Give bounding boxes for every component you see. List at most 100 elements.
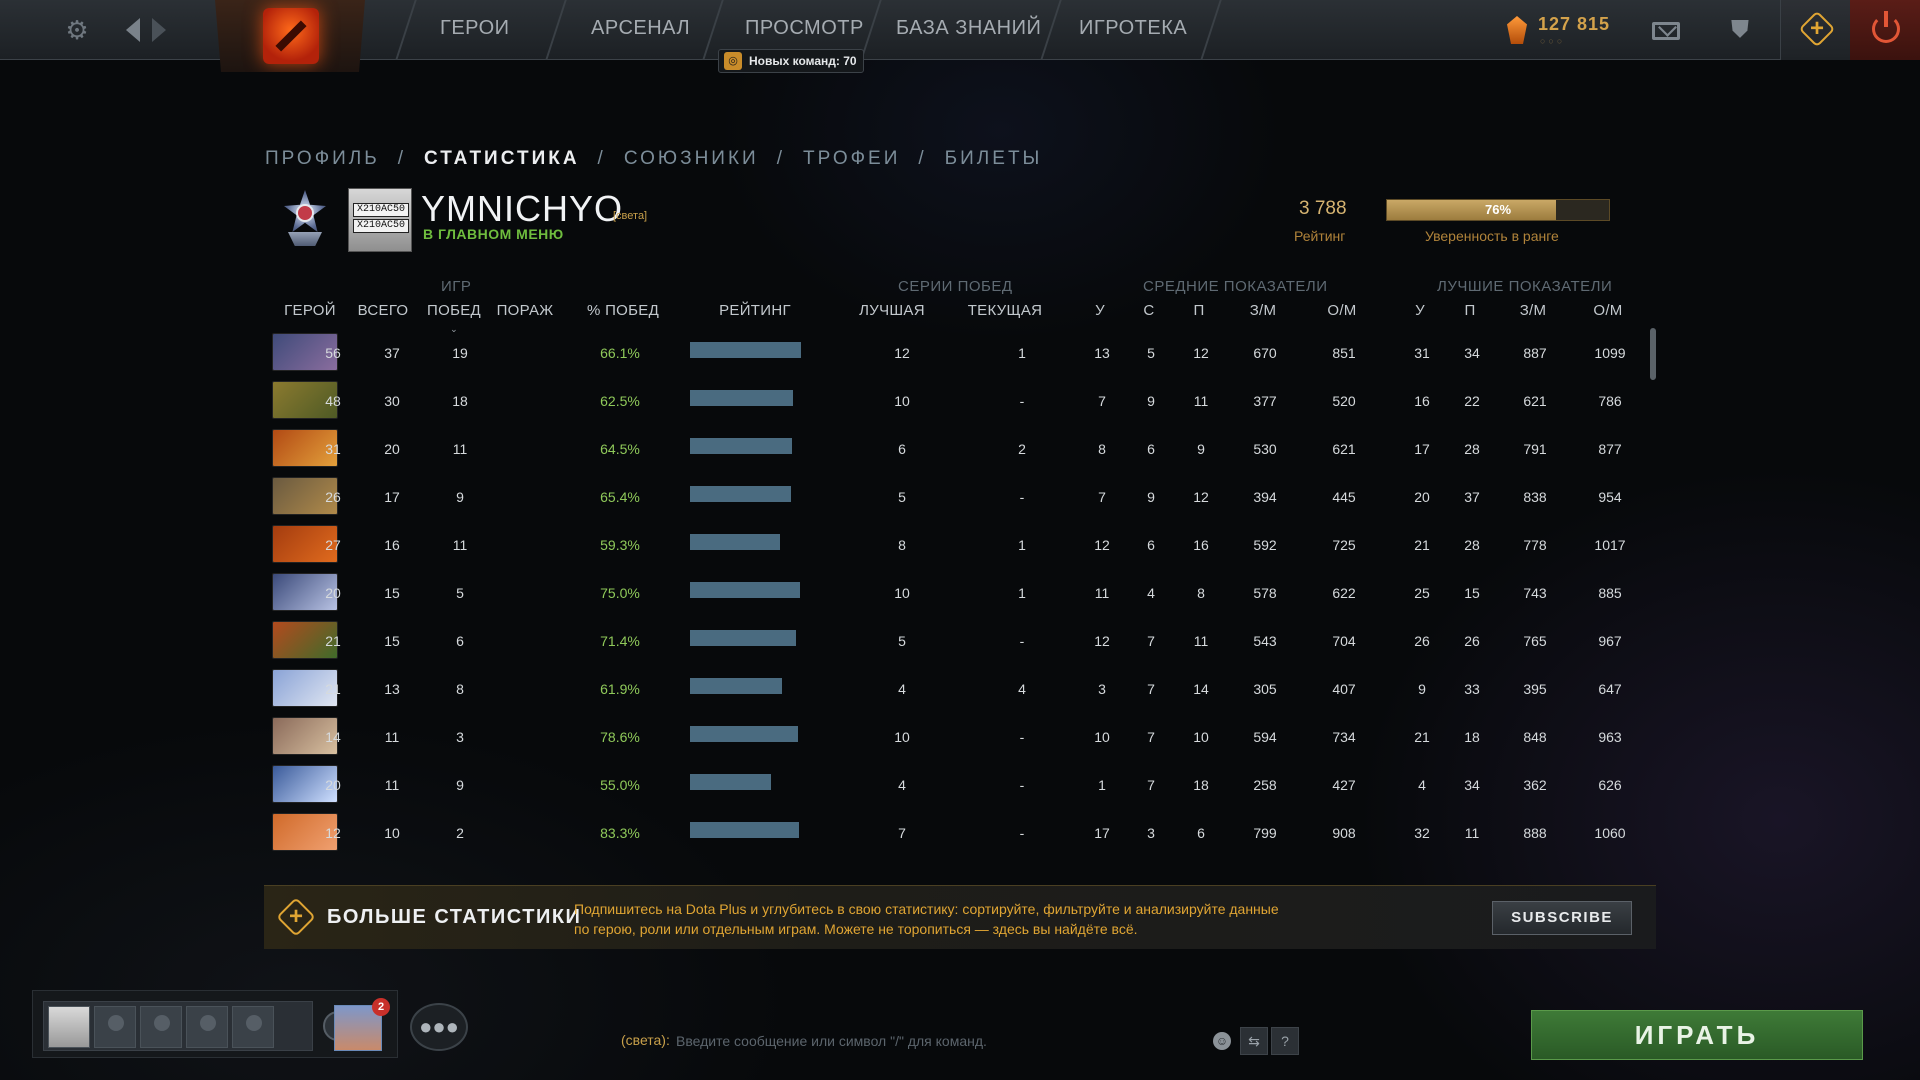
cell-wins: 17 [384,489,400,505]
table-row[interactable]: 12 10 2 83.3% 7 - 17 3 6 799 908 32 11 888 1060 [265,810,1645,858]
exit-button[interactable] [1850,0,1920,60]
table-row[interactable]: 14 11 3 78.6% 10 - 10 7 10 594 734 21 18 848 963 [265,714,1645,762]
cell-ba: 11 [1464,825,1480,841]
cell-d: 3 [1147,825,1155,841]
tab-separator: / [597,148,606,169]
cell-losses: 9 [456,777,464,793]
header-best-streak[interactable]: ЛУЧШАЯ [852,302,932,319]
nav-watch[interactable]: ПРОСМОТР [745,17,864,43]
emoji-icon[interactable]: ☺ [1213,1032,1231,1050]
cell-xpm: 908 [1332,825,1356,841]
new-commands-notification[interactable]: ◎ Новых команд: 70 [718,49,864,73]
header-hero[interactable]: ГЕРОЙ [280,302,340,319]
cell-xpm: 621 [1332,441,1356,457]
nav-arcade[interactable]: ИГРОТЕКА [1079,17,1187,43]
cell-bgpm: 888 [1523,825,1547,841]
header-avg-xpm[interactable]: О/М [1322,302,1362,319]
cell-total: 21 [325,633,341,649]
party-slot-empty[interactable] [186,1006,228,1048]
header-best-kills[interactable]: У [1405,302,1435,319]
cell-bxpm: 1099 [1594,345,1626,361]
cell-current: 4 [1018,681,1026,697]
party-slots [43,1001,313,1051]
table-row[interactable]: 27 16 11 59.3% 8 1 12 6 16 592 725 21 28 778 1017 [265,522,1645,570]
cell-bk: 21 [1414,537,1430,553]
cell-a: 9 [1197,441,1205,457]
header-total[interactable]: ВСЕГО [355,302,411,319]
mail-icon[interactable] [1652,22,1680,40]
hero-stats-table[interactable]: 56 37 19 66.1% 12 1 13 5 12 670 851 31 34 887 1099 48 30… [265,330,1645,875]
chat-tools-icon[interactable]: ⇆ [1240,1027,1268,1055]
cell-ba: 37 [1464,489,1480,505]
cell-ba: 33 [1464,681,1480,697]
rating-label: Рейтинг [1294,228,1346,244]
cell-winrate: 83.3% [600,825,640,841]
party-slot-empty[interactable] [94,1006,136,1048]
table-row[interactable]: 21 15 6 71.4% 5 - 12 7 11 543 704 26 26 765 967 [265,618,1645,666]
party-slot-self[interactable] [48,1006,90,1048]
cell-bgpm: 848 [1523,729,1547,745]
table-row[interactable]: 48 30 18 62.5% 10 - 7 9 11 377 520 16 22 621 786 [265,378,1645,426]
avatar[interactable]: X210AC50 X210AC50 [348,188,412,252]
forward-arrow-icon[interactable] [152,18,166,42]
avatar-plate-line: X210AC50 [353,219,409,233]
party-slot-empty[interactable] [140,1006,182,1048]
cell-total: 20 [325,585,341,601]
subscribe-button[interactable]: SUBSCRIBE [1492,901,1632,935]
back-arrow-icon[interactable] [126,18,140,42]
header-avg-deaths[interactable]: С [1134,302,1164,319]
rank-medal-icon[interactable] [270,186,340,250]
cell-bk: 17 [1414,441,1430,457]
cell-total: 14 [325,729,341,745]
header-avg-kills[interactable]: У [1085,302,1115,319]
table-row[interactable]: 31 20 11 64.5% 6 2 8 6 9 530 621 17 28 791 877 [265,426,1645,474]
cell-d: 9 [1147,489,1155,505]
rating-bar [690,438,792,454]
header-winrate[interactable]: % ПОБЕД [583,302,663,319]
cell-a: 16 [1193,537,1209,553]
table-row[interactable]: 20 11 9 55.0% 4 - 1 7 18 258 427 4 34 362 626 [265,762,1645,810]
rating-bar [690,390,793,406]
table-row[interactable]: 20 15 5 75.0% 10 1 11 4 8 578 622 25 15 743 885 [265,570,1645,618]
cell-total: 31 [325,441,341,457]
nav-separator [395,0,417,60]
cell-best: 5 [898,489,906,505]
header-avg-gpm[interactable]: З/М [1243,302,1283,319]
dota-logo-button[interactable] [215,0,365,72]
chat-input[interactable] [676,1027,1196,1055]
tab-statistics[interactable]: СТАТИСТИКА [424,148,580,169]
table-row[interactable]: 56 37 19 66.1% 12 1 13 5 12 670 851 31 34 887 1099 [265,330,1645,378]
header-current-streak[interactable]: ТЕКУЩАЯ [960,302,1050,319]
play-button[interactable]: ИГРАТЬ [1531,1010,1863,1060]
cell-gpm: 592 [1253,537,1277,553]
help-button[interactable]: ? [1271,1027,1299,1055]
header-losses[interactable]: ПОРАЖ [495,302,555,319]
header-avg-assists[interactable]: П [1184,302,1214,319]
tab-trophies[interactable]: ТРОФЕИ [803,148,900,169]
dota-plus-button[interactable]: + [1780,0,1850,60]
friends-icon[interactable]: ●●● [410,1003,468,1051]
cell-gpm: 258 [1253,777,1277,793]
table-scrollbar[interactable] [1650,328,1656,380]
cell-a: 8 [1197,585,1205,601]
tab-allies[interactable]: СОЮЗНИКИ [624,148,759,169]
armory-icon[interactable]: ⛊ [1725,16,1755,44]
cell-ba: 22 [1464,393,1480,409]
cell-gpm: 594 [1253,729,1277,745]
tab-tickets[interactable]: БИЛЕТЫ [945,148,1043,169]
table-row[interactable]: 26 17 9 65.4% 5 - 7 9 12 394 445 20 37 838 954 [265,474,1645,522]
settings-gear-icon[interactable]: ⚙ [63,16,91,44]
table-row[interactable]: 21 13 8 61.9% 4 4 3 7 14 305 407 9 33 395 647 [265,666,1645,714]
header-best-assists[interactable]: П [1455,302,1485,319]
nav-knowledge-base[interactable]: БАЗА ЗНАНИЙ [896,17,1041,43]
cell-wins: 16 [384,537,400,553]
header-best-gpm[interactable]: З/М [1513,302,1553,319]
nav-heroes[interactable]: ГЕРОИ [440,17,510,43]
header-rating[interactable]: РЕЙТИНГ [710,302,800,319]
nav-armory[interactable]: АРСЕНАЛ [591,17,690,43]
tab-profile[interactable]: ПРОФИЛЬ [265,148,380,169]
cell-k: 17 [1094,825,1110,841]
header-best-xpm[interactable]: О/М [1588,302,1628,319]
cell-bk: 9 [1418,681,1426,697]
party-slot-empty[interactable] [232,1006,274,1048]
